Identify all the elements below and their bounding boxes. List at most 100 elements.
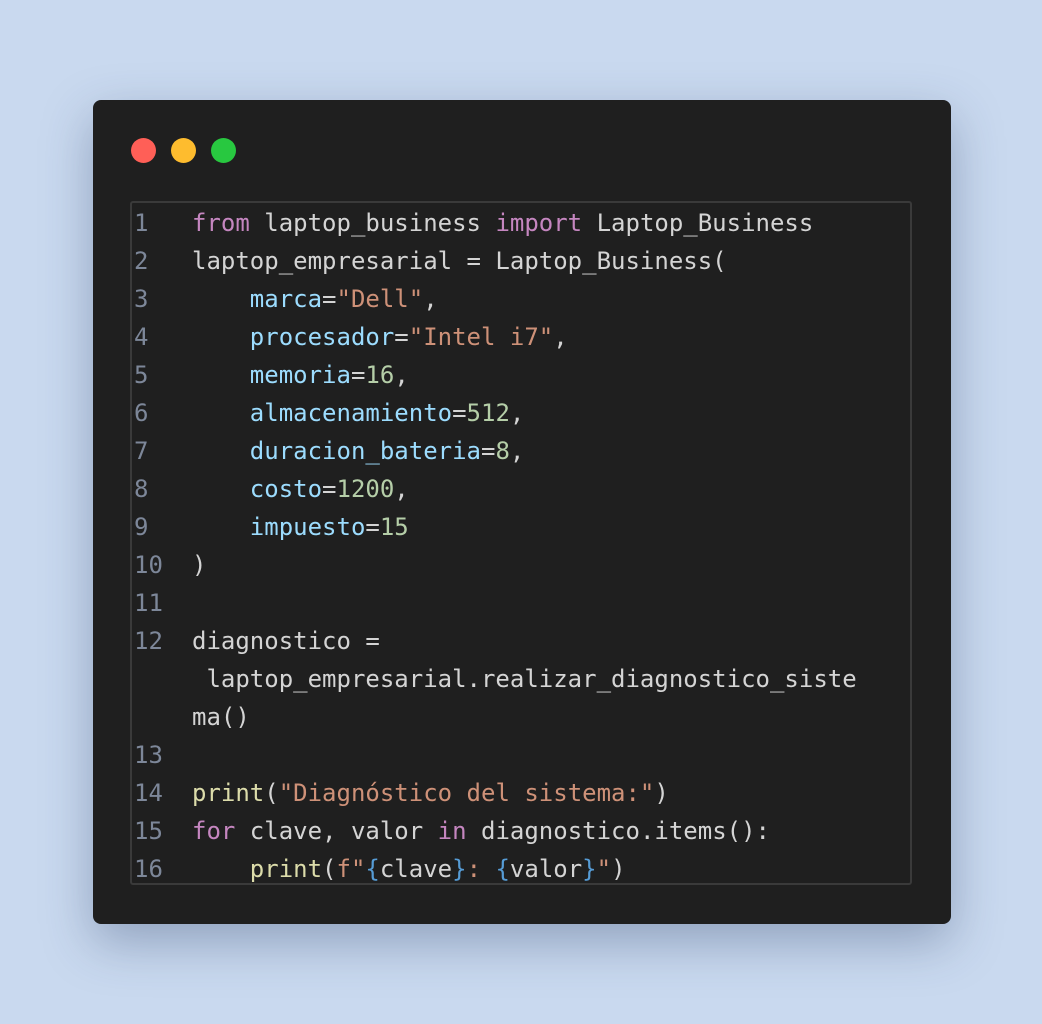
code-token: ( <box>322 855 337 883</box>
parameter-token: almacenamiento <box>249 399 453 427</box>
brace-token: } <box>582 855 597 883</box>
code-token: , <box>394 361 409 389</box>
line-number: 7 <box>134 437 149 465</box>
line-number: 5 <box>134 361 149 389</box>
code-text: laptop_empresarial = Laptop_Business( <box>192 242 727 280</box>
code-token: ( <box>264 779 279 807</box>
close-window-button[interactable] <box>131 138 156 163</box>
line-number: 2 <box>134 247 149 275</box>
brace-token: { <box>365 855 380 883</box>
string-token: "Diagnóstico del sistema:" <box>278 779 655 807</box>
code-token: = <box>480 437 496 465</box>
parameter-token: costo <box>249 475 323 503</box>
code-token: ) <box>654 779 669 807</box>
code-token: laptop_empresarial = Laptop_Business( <box>192 247 727 275</box>
number-token: 512 <box>466 399 510 427</box>
line-number: 4 <box>134 323 149 351</box>
code-token: , <box>423 285 438 313</box>
code-text: print("Diagnóstico del sistema:") <box>192 774 669 812</box>
code-token: = <box>322 285 337 313</box>
code-text: costo=1200, <box>192 470 409 508</box>
line-number: 13 <box>134 741 163 769</box>
string-token: "Dell" <box>336 285 424 313</box>
code-window: 1 from laptop_business import Laptop_Busi… <box>93 100 951 924</box>
code-text: laptop_empresarial.realizar_diagnostico_… <box>192 660 857 698</box>
parameter-token: procesador <box>249 323 395 351</box>
code-token: ) <box>611 855 626 883</box>
parameter-token: memoria <box>249 361 351 389</box>
line-number: 8 <box>134 475 149 503</box>
keyword-token: in <box>437 817 467 845</box>
code-token: , <box>394 475 409 503</box>
code-token: = <box>322 475 337 503</box>
code-text: diagnostico = <box>192 622 380 660</box>
code-text: duracion_bateria=8, <box>192 432 525 470</box>
parameter-token: duracion_bateria <box>249 437 481 465</box>
code-token: laptop_business <box>249 209 496 237</box>
code-text: almacenamiento=512, <box>192 394 525 432</box>
function-token: print <box>249 855 323 883</box>
code-token: = <box>452 399 467 427</box>
code-text: print(f"{clave}: {valor}") <box>192 850 626 883</box>
keyword-token: from <box>192 209 250 237</box>
brace-token: { <box>495 855 510 883</box>
code-token: valor <box>509 855 583 883</box>
code-text: for clave, valor in diagnostico.items(): <box>192 812 770 850</box>
code-text: memoria=16, <box>192 356 409 394</box>
code-token: clave <box>379 855 453 883</box>
code-editor[interactable]: 1 from laptop_business import Laptop_Busi… <box>130 201 912 885</box>
code-token: , <box>509 399 525 427</box>
number-token: 16 <box>365 361 395 389</box>
line-number: 14 <box>134 779 163 807</box>
code-token: laptop_empresarial.realizar_diagnostico_… <box>192 665 857 693</box>
line-number: 1 <box>134 209 149 237</box>
number-token: 15 <box>379 513 409 541</box>
code-token: diagnostico.items(): <box>466 817 770 845</box>
line-number: 16 <box>134 855 163 883</box>
code-token: diagnostico = <box>192 627 380 655</box>
code-token: ma() <box>192 703 250 731</box>
number-token: 1200 <box>336 475 395 503</box>
code-token: = <box>350 361 366 389</box>
code-token: clave, valor <box>235 817 438 845</box>
code-text: impuesto=15 <box>192 508 409 546</box>
string-token: f" <box>336 855 366 883</box>
line-number: 6 <box>134 399 149 427</box>
maximize-window-button[interactable] <box>211 138 236 163</box>
line-number: 10 <box>134 551 163 579</box>
code-token: Laptop_Business <box>582 209 814 237</box>
line-number: 3 <box>134 285 149 313</box>
line-number: 11 <box>134 589 163 617</box>
code-text: procesador="Intel i7", <box>192 318 568 356</box>
line-number: 15 <box>134 817 163 845</box>
code-text: ) <box>192 546 206 584</box>
code-text: ma() <box>192 698 250 736</box>
code-token: , <box>553 323 568 351</box>
code-token: ) <box>192 551 207 579</box>
code-text: from laptop_business import Laptop_Busin… <box>192 204 813 242</box>
string-token: : <box>466 855 496 883</box>
string-token: "Intel i7" <box>408 323 554 351</box>
code-token: = <box>365 513 380 541</box>
function-token: print <box>192 779 265 807</box>
line-number: 9 <box>134 513 149 541</box>
code-text: marca="Dell", <box>192 280 438 318</box>
brace-token: } <box>452 855 467 883</box>
code-token: , <box>509 437 525 465</box>
string-token: " <box>596 855 612 883</box>
parameter-token: impuesto <box>249 513 366 541</box>
keyword-token: import <box>495 209 583 237</box>
line-number: 12 <box>134 627 163 655</box>
keyword-token: for <box>192 817 236 845</box>
parameter-token: marca <box>249 285 323 313</box>
code-token: = <box>394 323 409 351</box>
minimize-window-button[interactable] <box>171 138 196 163</box>
